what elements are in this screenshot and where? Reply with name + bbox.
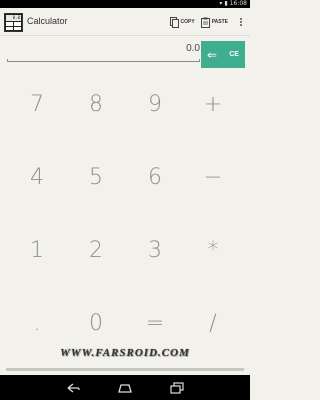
- calculator-app-icon: 0.0: [4, 13, 23, 32]
- watermark: WWW.FARSROID.COM: [60, 347, 190, 359]
- clear-entry-panel[interactable]: ⇐ CE: [201, 41, 245, 68]
- back-arrow-icon[interactable]: ⇐: [207, 49, 217, 61]
- app-bar: 0.0 Calculator COPY PASTE: [0, 8, 250, 36]
- app-title: Calculator: [27, 16, 68, 26]
- bottom-divider: [6, 368, 244, 371]
- wifi-icon: ▾: [219, 0, 223, 7]
- overflow-menu-icon[interactable]: [238, 16, 244, 28]
- navigation-bar: [0, 375, 250, 400]
- battery-icon: ▮: [224, 0, 228, 7]
- app-icon-keys: [6, 22, 21, 30]
- status-bar: ▾ ▮ 16:08: [0, 0, 250, 8]
- copy-label: COPY: [180, 19, 195, 25]
- ce-button[interactable]: CE: [229, 51, 239, 58]
- paste-label: PASTE: [211, 19, 228, 25]
- key-3[interactable]: 3: [126, 221, 184, 279]
- app-icon-screen: 0.0: [6, 15, 21, 21]
- nav-back-icon[interactable]: [65, 382, 81, 394]
- key-minus[interactable]: −: [184, 148, 242, 206]
- display-row: 0.0 ⇐ CE: [0, 37, 250, 70]
- copy-icon: [169, 16, 179, 28]
- display-underline-tick-right: [199, 59, 200, 62]
- paste-button[interactable]: PASTE: [200, 17, 228, 28]
- key-4[interactable]: 4: [8, 148, 66, 206]
- display-value[interactable]: 0.0: [186, 43, 200, 54]
- key-multiply[interactable]: *: [184, 221, 242, 279]
- key-plus[interactable]: +: [184, 75, 242, 133]
- key-1[interactable]: 1: [8, 221, 66, 279]
- key-2[interactable]: 2: [67, 221, 125, 279]
- status-time: 16:08: [229, 0, 247, 7]
- copy-button[interactable]: COPY: [169, 16, 195, 28]
- paste-icon: [200, 17, 210, 28]
- key-5[interactable]: 5: [67, 148, 125, 206]
- key-8[interactable]: 8: [67, 75, 125, 133]
- key-6[interactable]: 6: [126, 148, 184, 206]
- nav-home-icon[interactable]: [117, 382, 133, 394]
- keypad: 7 8 9 + 4 5 6 − 1 2 3 * . 0 = /: [0, 72, 250, 362]
- action-bar-actions: COPY PASTE: [169, 14, 244, 30]
- nav-recents-icon[interactable]: [169, 381, 185, 394]
- display-underline: [7, 61, 200, 62]
- key-9[interactable]: 9: [126, 75, 184, 133]
- status-icons: ▾ ▮ 16:08: [219, 0, 247, 8]
- key-7[interactable]: 7: [8, 75, 66, 133]
